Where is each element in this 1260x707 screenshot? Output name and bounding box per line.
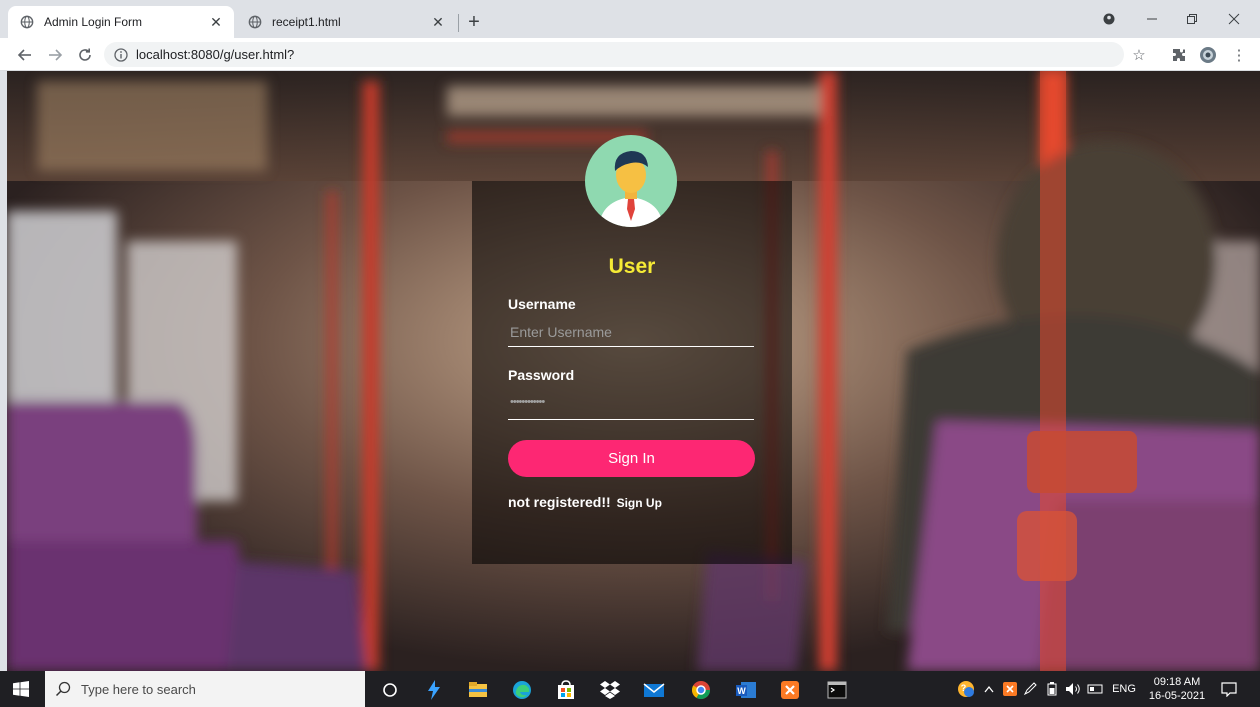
form-heading: User <box>608 255 656 278</box>
username-label: Username <box>508 296 576 312</box>
bolt-app-icon[interactable] <box>423 679 445 701</box>
search-placeholder: Type here to search <box>81 681 196 697</box>
chevron-up-icon[interactable] <box>981 680 997 698</box>
xampp-tray-icon[interactable] <box>1002 680 1018 698</box>
tab-separator <box>458 14 459 32</box>
restore-icon[interactable] <box>1178 8 1206 30</box>
dropbox-icon[interactable] <box>599 679 621 701</box>
register-prompt: not registered!! Sign Up <box>508 494 662 510</box>
password-label: Password <box>508 367 575 383</box>
system-clock[interactable]: 09:18 AM 16-05-2021 <box>1148 675 1206 703</box>
notifications-icon[interactable] <box>1218 680 1240 698</box>
sign-in-button[interactable]: Sign In <box>508 440 755 477</box>
user-avatar-icon <box>585 135 677 227</box>
clock-time: 09:18 AM <box>1153 676 1201 688</box>
xampp-icon[interactable] <box>779 679 801 701</box>
pen-icon[interactable] <box>1022 680 1038 698</box>
window-close-icon[interactable] <box>1220 8 1248 30</box>
mail-icon[interactable] <box>643 679 665 701</box>
browser-toolbar: localhost:8080/g/user.html? ☆ ⋮ <box>0 38 1260 71</box>
globe-icon <box>20 15 34 29</box>
profile-icon[interactable] <box>1197 44 1219 66</box>
word-icon[interactable]: W <box>735 679 757 701</box>
address-url: localhost:8080/g/user.html? <box>136 47 295 62</box>
close-icon[interactable]: ✕ <box>208 14 224 30</box>
close-icon[interactable]: ✕ <box>430 14 446 30</box>
windows-start-icon[interactable] <box>13 681 29 697</box>
windows-taskbar: Type here to search W ? ENG 09:18 AM 16-… <box>0 671 1260 707</box>
chrome-icon[interactable] <box>690 679 712 701</box>
svg-text:?: ? <box>961 683 967 693</box>
help-icon[interactable]: ? <box>955 680 977 698</box>
file-explorer-icon[interactable] <box>467 679 489 701</box>
taskbar-search[interactable]: Type here to search <box>45 671 365 707</box>
back-icon[interactable] <box>14 44 36 66</box>
tab-admin-login[interactable]: Admin Login Form ✕ <box>8 6 234 38</box>
browser-tab-strip: Admin Login Form ✕ receipt1.html ✕ + <box>0 0 1260 38</box>
terminal-icon[interactable] <box>826 679 848 701</box>
menu-icon[interactable]: ⋮ <box>1228 44 1250 66</box>
minimize-icon[interactable] <box>1138 8 1166 30</box>
reload-icon[interactable] <box>74 44 96 66</box>
profile-dot-icon[interactable] <box>1095 8 1123 30</box>
cortana-icon[interactable] <box>379 679 401 701</box>
edge-icon[interactable] <box>511 679 533 701</box>
volume-icon[interactable] <box>1064 680 1082 698</box>
tab-title: receipt1.html <box>272 15 341 29</box>
address-bar[interactable]: localhost:8080/g/user.html? <box>104 42 1124 67</box>
info-icon[interactable] <box>114 47 128 62</box>
password-input[interactable] <box>508 390 754 420</box>
globe-icon <box>248 15 262 29</box>
sign-up-link[interactable]: Sign Up <box>617 496 662 510</box>
battery-icon[interactable] <box>1044 680 1060 698</box>
star-icon[interactable]: ☆ <box>1128 44 1150 66</box>
search-icon <box>55 681 71 697</box>
svg-text:W: W <box>737 686 746 696</box>
forward-icon[interactable] <box>44 44 66 66</box>
register-prompt-text: not registered!! <box>508 494 611 510</box>
clock-date: 16-05-2021 <box>1148 690 1206 702</box>
new-tab-button[interactable]: + <box>462 10 486 34</box>
language-indicator[interactable]: ENG <box>1109 680 1139 698</box>
network-icon[interactable] <box>1086 680 1104 698</box>
password-value: •••••••••••• <box>510 396 545 408</box>
tab-receipt[interactable]: receipt1.html ✕ <box>236 6 456 38</box>
store-icon[interactable] <box>555 679 577 701</box>
extensions-icon[interactable] <box>1168 44 1190 66</box>
tab-title: Admin Login Form <box>44 15 143 29</box>
username-input[interactable] <box>508 317 754 347</box>
